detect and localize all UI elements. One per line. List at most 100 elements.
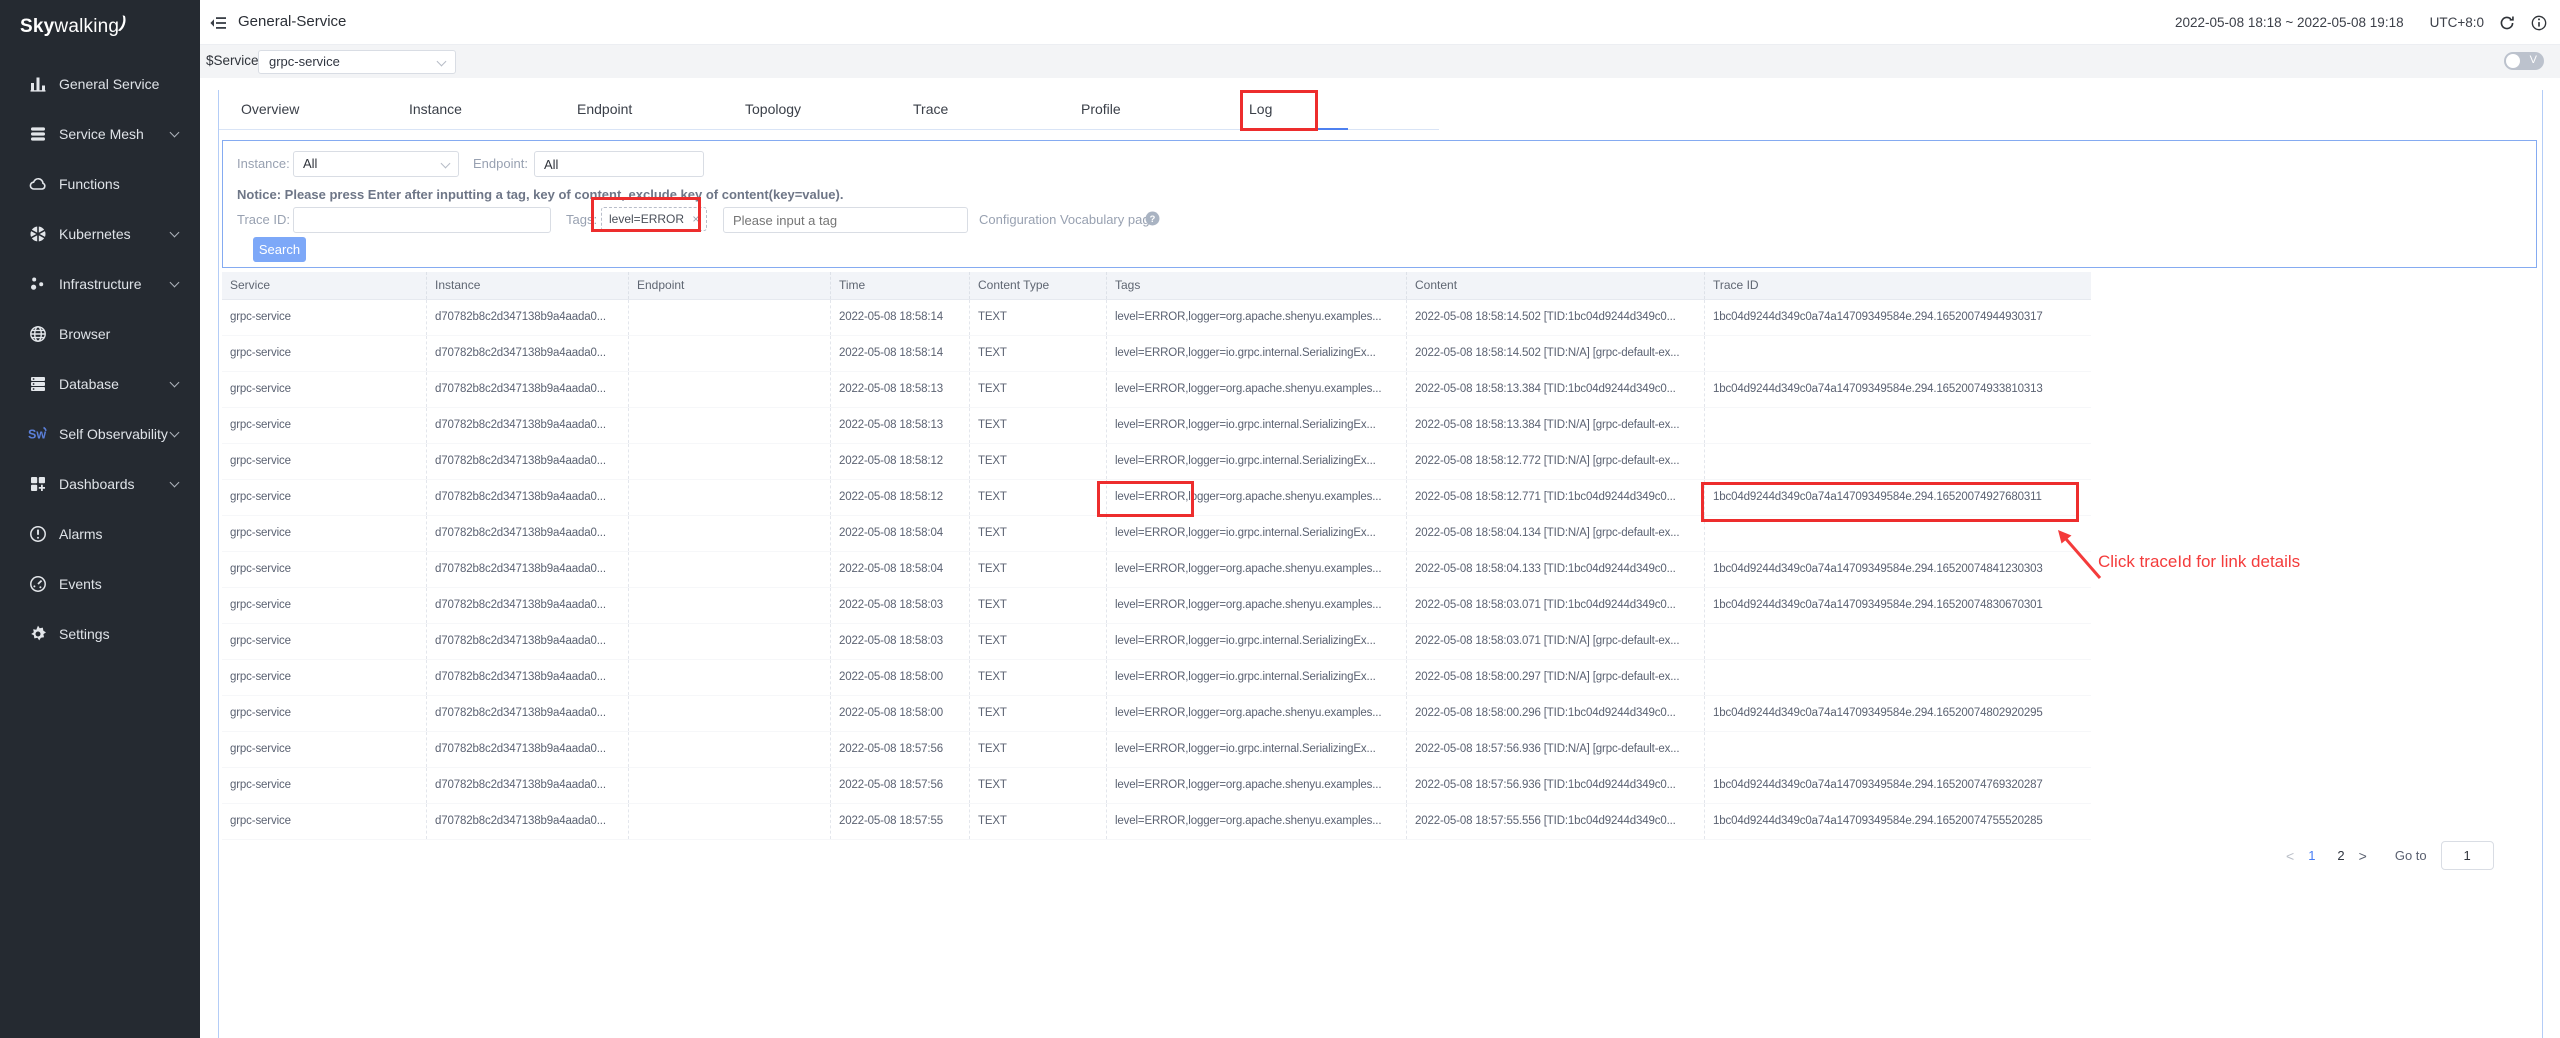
page-number-2[interactable]: 2 — [2337, 848, 2344, 863]
cell-service: grpc-service — [222, 768, 426, 803]
cell-instance: d70782b8c2d347138b9a4aada0... — [426, 444, 628, 479]
sidebar-item-functions[interactable]: Functions — [0, 159, 200, 209]
cell-service: grpc-service — [222, 804, 426, 839]
cell-time: 2022-05-08 18:57:56 — [830, 732, 969, 767]
sidebar-item-events[interactable]: Events — [0, 559, 200, 609]
table-row: grpc-serviced70782b8c2d347138b9a4aada0..… — [222, 804, 2091, 840]
cell-service: grpc-service — [222, 480, 426, 515]
sidebar-item-browser[interactable]: Browser — [0, 309, 200, 359]
sidebar-item-self-observability[interactable]: SwSelf Observability — [0, 409, 200, 459]
cell-trace-id[interactable]: 1bc04d9244d349c0a74a14709349584e.294.165… — [1704, 300, 2091, 335]
goto-page-input[interactable] — [2441, 841, 2494, 870]
tab-log[interactable]: Log — [1249, 90, 1417, 129]
tab-topology[interactable]: Topology — [745, 90, 913, 129]
trace-id-input[interactable] — [293, 207, 551, 233]
cell-trace-id[interactable]: 1bc04d9244d349c0a74a14709349584e.294.165… — [1704, 804, 2091, 839]
cell-content: 2022-05-08 18:58:00.297 [TID:N/A] [grpc-… — [1406, 660, 1704, 695]
cell-time: 2022-05-08 18:58:00 — [830, 696, 969, 731]
info-icon[interactable] — [2530, 14, 2548, 32]
active-tab-underline — [1248, 128, 1348, 130]
instance-select[interactable]: All — [293, 151, 459, 177]
cell-tags: level=ERROR,logger=io.grpc.internal.Seri… — [1106, 624, 1406, 659]
sidebar-item-kubernetes[interactable]: Kubernetes — [0, 209, 200, 259]
cell-trace-id[interactable]: 1bc04d9244d349c0a74a14709349584e.294.165… — [1704, 768, 2091, 803]
next-page-icon[interactable]: > — [2359, 848, 2367, 864]
table-row: grpc-serviced70782b8c2d347138b9a4aada0..… — [222, 552, 2091, 588]
tab-profile[interactable]: Profile — [1081, 90, 1249, 129]
sidebar-item-settings[interactable]: Settings — [0, 609, 200, 659]
page-title: General-Service — [238, 13, 346, 30]
refresh-icon[interactable] — [2498, 14, 2516, 32]
time-range[interactable]: 2022-05-08 18:18 ~ 2022-05-08 19:18 — [2175, 15, 2404, 30]
sidebar-item-dashboards[interactable]: Dashboards — [0, 459, 200, 509]
cell-tags: level=ERROR,logger=org.apache.shenyu.exa… — [1106, 372, 1406, 407]
tab-endpoint[interactable]: Endpoint — [577, 90, 745, 129]
cell-endpoint — [628, 804, 830, 839]
prev-page-icon[interactable]: < — [2286, 848, 2294, 864]
cell-instance: d70782b8c2d347138b9a4aada0... — [426, 480, 628, 515]
sidebar-item-database[interactable]: Database — [0, 359, 200, 409]
sidebar-item-service-mesh[interactable]: Service Mesh — [0, 109, 200, 159]
cell-time: 2022-05-08 18:58:12 — [830, 480, 969, 515]
cell-time: 2022-05-08 18:58:13 — [830, 408, 969, 443]
search-button[interactable]: Search — [253, 237, 306, 262]
timezone[interactable]: UTC+8:0 — [2430, 15, 2484, 30]
sidebar-item-label: Dashboards — [59, 476, 135, 492]
cell-content-type: TEXT — [969, 480, 1106, 515]
sidebar-item-alarms[interactable]: Alarms — [0, 509, 200, 559]
sidebar-item-general-service[interactable]: General Service — [0, 59, 200, 109]
tag-input[interactable] — [723, 207, 968, 233]
table-row: grpc-serviced70782b8c2d347138b9a4aada0..… — [222, 444, 2091, 480]
cell-content: 2022-05-08 18:57:56.936 [TID:N/A] [grpc-… — [1406, 732, 1704, 767]
endpoint-input[interactable] — [534, 151, 704, 177]
log-table-header: ServiceInstanceEndpointTimeContent TypeT… — [222, 272, 2091, 300]
cell-service: grpc-service — [222, 588, 426, 623]
cell-trace-id[interactable]: 1bc04d9244d349c0a74a14709349584e.294.165… — [1704, 588, 2091, 623]
cell-instance: d70782b8c2d347138b9a4aada0... — [426, 768, 628, 803]
close-icon[interactable]: × — [692, 212, 699, 226]
page-number-1[interactable]: 1 — [2308, 848, 2315, 863]
events-icon — [28, 574, 48, 594]
vocabulary-link[interactable]: Configuration Vocabulary page — [979, 212, 1157, 227]
cell-trace-id[interactable]: 1bc04d9244d349c0a74a14709349584e.294.165… — [1704, 480, 2091, 515]
service-select[interactable]: grpc-service — [258, 50, 456, 74]
cell-instance: d70782b8c2d347138b9a4aada0... — [426, 624, 628, 659]
cell-instance: d70782b8c2d347138b9a4aada0... — [426, 336, 628, 371]
cell-trace-id — [1704, 660, 2091, 695]
help-icon[interactable]: ? — [1144, 210, 1161, 227]
endpoint-filter-label: Endpoint: — [473, 156, 528, 171]
toggle-knob — [2506, 54, 2520, 68]
cell-content-type: TEXT — [969, 768, 1106, 803]
sidebar-item-label: Events — [59, 576, 102, 592]
sidebar-item-infrastructure[interactable]: Infrastructure — [0, 259, 200, 309]
cell-content: 2022-05-08 18:57:55.556 [TID:1bc04d9244d… — [1406, 804, 1704, 839]
kubernetes-icon — [28, 224, 48, 244]
tab-trace[interactable]: Trace — [913, 90, 1081, 129]
sidebar-fold-icon[interactable] — [208, 13, 228, 33]
cell-time: 2022-05-08 18:58:14 — [830, 336, 969, 371]
cell-time: 2022-05-08 18:58:03 — [830, 588, 969, 623]
log-filter-panel: Instance: All Endpoint: Notice: Please p… — [222, 140, 2537, 268]
svg-text:?: ? — [1150, 214, 1156, 224]
auto-refresh-toggle[interactable]: V — [2504, 52, 2544, 70]
sidebar-item-label: Browser — [59, 326, 110, 342]
cell-trace-id[interactable]: 1bc04d9244d349c0a74a14709349584e.294.165… — [1704, 552, 2091, 587]
goto-label: Go to — [2395, 848, 2427, 863]
table-row: grpc-serviced70782b8c2d347138b9a4aada0..… — [222, 408, 2091, 444]
dashboard-grid-icon — [28, 474, 48, 494]
cell-trace-id[interactable]: 1bc04d9244d349c0a74a14709349584e.294.165… — [1704, 696, 2091, 731]
cell-content: 2022-05-08 18:58:13.384 [TID:1bc04d9244d… — [1406, 372, 1704, 407]
tag-chip[interactable]: level=ERROR × — [601, 207, 707, 231]
cell-service: grpc-service — [222, 372, 426, 407]
cell-trace-id — [1704, 408, 2091, 443]
cell-trace-id[interactable]: 1bc04d9244d349c0a74a14709349584e.294.165… — [1704, 372, 2091, 407]
tab-overview[interactable]: Overview — [241, 90, 409, 129]
cell-content: 2022-05-08 18:58:13.384 [TID:N/A] [grpc-… — [1406, 408, 1704, 443]
tab-instance[interactable]: Instance — [409, 90, 577, 129]
sidebar-item-label: Service Mesh — [59, 126, 144, 142]
cell-service: grpc-service — [222, 336, 426, 371]
globe-icon — [28, 324, 48, 344]
cell-service: grpc-service — [222, 696, 426, 731]
instance-filter-label: Instance: — [237, 156, 290, 171]
cell-content: 2022-05-08 18:58:14.502 [TID:N/A] [grpc-… — [1406, 336, 1704, 371]
